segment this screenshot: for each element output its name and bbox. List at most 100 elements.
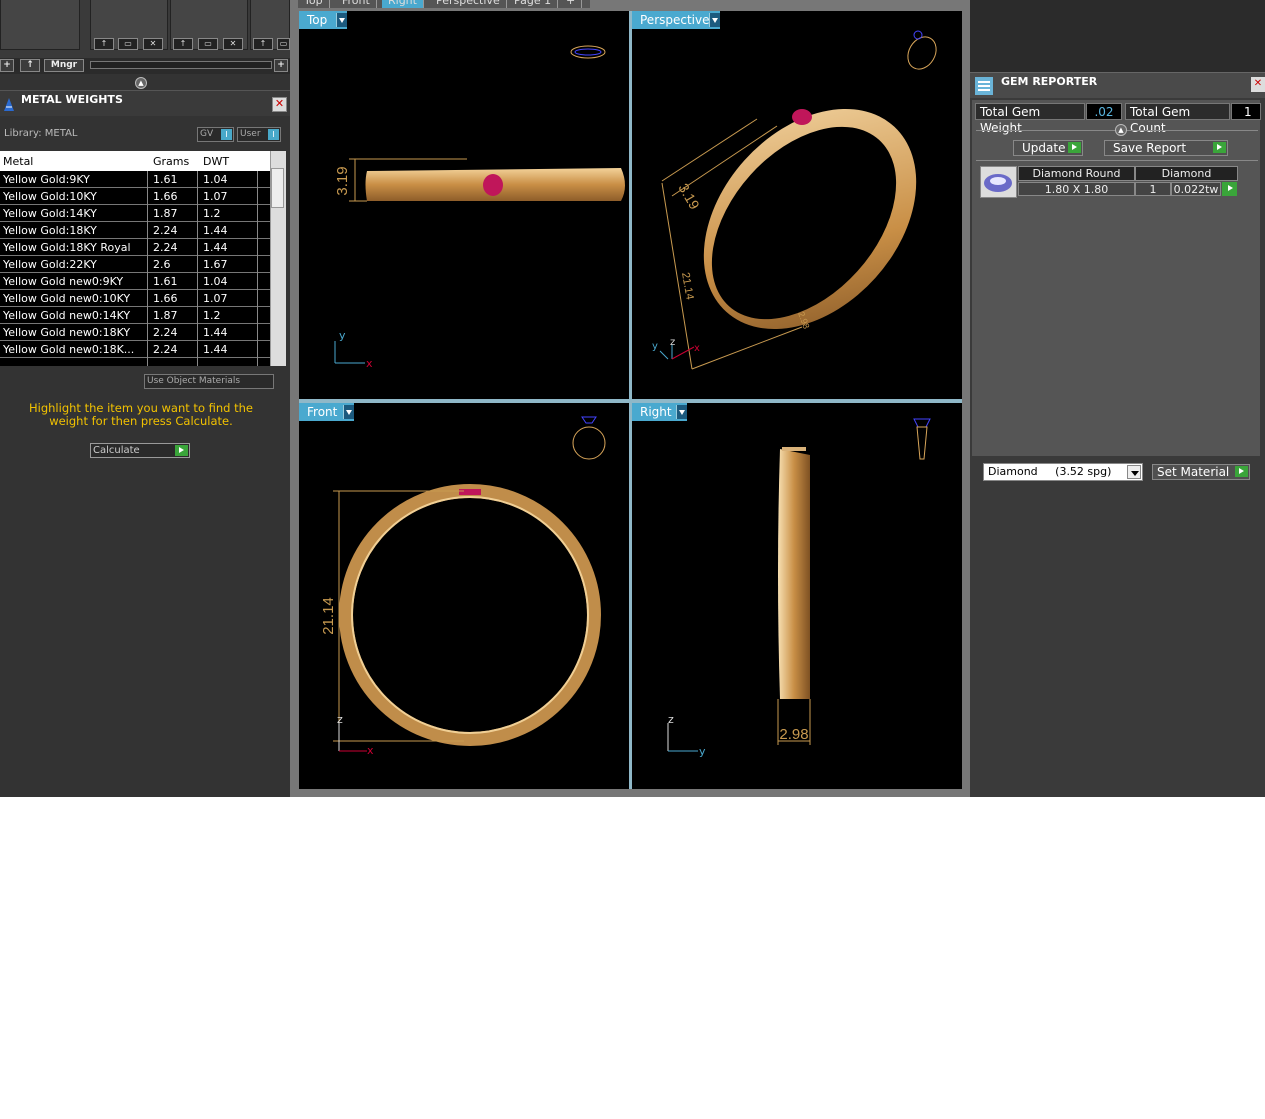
gem-size-cell: 1.80 X 1.80	[1018, 182, 1135, 196]
slot-save-button[interactable]: ▭	[198, 38, 218, 50]
viewport-divider[interactable]	[299, 399, 962, 403]
toggle-icon: I	[268, 129, 279, 140]
svg-text:z: z	[668, 713, 674, 726]
viewport-perspective[interactable]: Perspective 3.19 21.14 2.98 yzx	[632, 11, 962, 399]
table-row[interactable]: Yellow Gold new0:18KY 2.24 1.44	[0, 324, 270, 341]
cell-dwt: 1.2	[203, 207, 221, 220]
cell-dwt: 1.04	[203, 275, 228, 288]
close-icon[interactable]: ✕	[272, 97, 287, 112]
cell-dwt: 1.2	[203, 309, 221, 322]
slot-up-button[interactable]: ↑	[173, 38, 193, 50]
scroll-thumb[interactable]	[271, 168, 284, 208]
slot-up-button[interactable]: ↑	[253, 38, 273, 50]
collapse-icon[interactable]: ▲	[135, 77, 147, 89]
cell-dwt: 1.07	[203, 292, 228, 305]
gem-reporter-top-space	[970, 0, 1265, 72]
slot-delete-button[interactable]: ✕	[143, 38, 163, 50]
total-gem-weight-value: .02	[1086, 103, 1122, 120]
table-row[interactable]: Yellow Gold new0:10KY 1.66 1.07	[0, 290, 270, 307]
total-gem-count-value: 1	[1231, 103, 1261, 120]
dimension-text: 21.14	[679, 271, 696, 300]
gv-toggle[interactable]: GV I	[197, 127, 234, 142]
play-icon	[1213, 142, 1226, 153]
slot-save-button[interactable]: ▭	[277, 38, 290, 50]
close-icon[interactable]: ✕	[1251, 77, 1265, 92]
dimension-text: 21.14	[320, 597, 337, 635]
table-row[interactable]: Yellow Gold:18KY Royal 2.24 1.44	[0, 239, 270, 256]
table-row[interactable]: Yellow Gold new0:18K... 2.24 1.44	[0, 341, 270, 358]
calculate-label: Calculate	[93, 445, 140, 456]
tab-perspective[interactable]: Perspective	[430, 0, 507, 8]
cell-dwt: 1.44	[203, 224, 228, 237]
slot-delete-button[interactable]: ✕	[223, 38, 243, 50]
cell-grams: 2.6	[153, 258, 171, 271]
svg-text:y: y	[699, 745, 706, 758]
tab-front[interactable]: Front	[336, 0, 377, 8]
collapse-icon[interactable]: ▲	[1115, 124, 1127, 136]
total-gem-weight-label: Total Gem Weight	[975, 103, 1085, 135]
column-header-dwt[interactable]: DWT	[203, 155, 229, 168]
dimension-text: 3.19	[334, 166, 351, 195]
chevron-down-icon[interactable]	[1127, 465, 1141, 479]
add-slot-button[interactable]: +	[0, 59, 14, 72]
gem-thumbnail[interactable]	[980, 166, 1017, 198]
set-material-button[interactable]: Set Material	[1152, 464, 1250, 480]
tab-add[interactable]: +	[560, 0, 583, 8]
library-label: Library: METAL	[4, 128, 78, 139]
viewport-right[interactable]: Right 2.98 zy	[632, 403, 962, 789]
table-row[interactable]: Yellow Gold new0:9KY 1.61 1.04	[0, 273, 270, 290]
slot-save-button[interactable]: ▭	[118, 38, 138, 50]
save-report-label: Save Report	[1113, 141, 1187, 155]
up-level-button[interactable]: ↑	[20, 59, 40, 72]
dimension-text: 2.98	[779, 726, 808, 743]
cell-metal: Yellow Gold:10KY	[3, 190, 97, 203]
cell-grams: 1.61	[153, 173, 178, 186]
calculate-button[interactable]: Calculate	[90, 443, 190, 458]
axis-indicator: zx	[337, 713, 374, 757]
column-divider	[147, 171, 148, 366]
gem-action-button[interactable]	[1222, 182, 1237, 196]
svg-text:z: z	[670, 337, 675, 348]
cell-metal: Yellow Gold:9KY	[3, 173, 90, 186]
update-button[interactable]: Update	[1013, 140, 1083, 156]
library-slot[interactable]	[0, 0, 80, 50]
gem-reporter-icon	[975, 77, 993, 95]
viewport-front[interactable]: Front 21.14 zx	[299, 403, 629, 789]
tab-top[interactable]: Top	[298, 0, 330, 8]
cell-metal: Yellow Gold new0:18KY	[3, 326, 131, 339]
save-report-button[interactable]: Save Report	[1104, 140, 1228, 156]
gem-weight-cell: 0.022tw	[1171, 182, 1221, 196]
tab-page-1[interactable]: Page 1	[508, 0, 559, 8]
tab-right[interactable]: Right	[382, 0, 424, 8]
cell-grams: 2.24	[153, 224, 178, 237]
axis-indicator: yx	[334, 329, 373, 370]
total-gem-count-label: Total Gem Count	[1125, 103, 1230, 135]
manager-button[interactable]: Mngr	[44, 59, 84, 72]
cell-metal: Yellow Gold:14KY	[3, 207, 97, 220]
update-label: Update	[1022, 141, 1066, 155]
column-header-grams[interactable]: Grams	[153, 155, 189, 168]
slot-slider[interactable]	[90, 61, 272, 69]
cell-grams: 2.24	[153, 326, 178, 339]
use-object-materials-checkbox[interactable]: Use Object Materials	[144, 374, 274, 389]
user-toggle[interactable]: User I	[237, 127, 281, 142]
slot-up-button[interactable]: ↑	[94, 38, 114, 50]
metal-weights-table: Metal Grams DWT Yellow Gold:9KY 1.61 1.04 Y…	[0, 151, 270, 366]
cell-metal: Yellow Gold new0:10KY	[3, 292, 131, 305]
table-row[interactable]: Yellow Gold:18KY 2.24 1.44	[0, 222, 270, 239]
gv-label: GV	[200, 129, 214, 139]
left-panel	[0, 0, 290, 797]
material-select[interactable]: Diamond (3.52 spg)	[983, 463, 1143, 481]
cell-dwt: 1.04	[203, 173, 228, 186]
table-row[interactable]: Yellow Gold:22KY 2.6 1.67	[0, 256, 270, 273]
table-row[interactable]: Yellow Gold:14KY 1.87 1.2	[0, 205, 270, 222]
table-row[interactable]: Yellow Gold:10KY 1.66 1.07	[0, 188, 270, 205]
add-button[interactable]: +	[274, 59, 288, 72]
app-window: ↑ ▭ ✕ ↑ ▭ ✕ ↑ ▭ + ↑ Mngr + ▲ METAL WEIGH…	[0, 0, 1265, 797]
table-row[interactable]: Yellow Gold new0:14KY 1.87 1.2	[0, 307, 270, 324]
svg-text:y: y	[652, 341, 658, 352]
column-header-metal[interactable]: Metal	[3, 155, 33, 168]
cell-grams: 1.87	[153, 207, 178, 220]
table-row[interactable]: Yellow Gold:9KY 1.61 1.04	[0, 171, 270, 188]
viewport-top[interactable]: Top 3.19 yx	[299, 11, 629, 399]
